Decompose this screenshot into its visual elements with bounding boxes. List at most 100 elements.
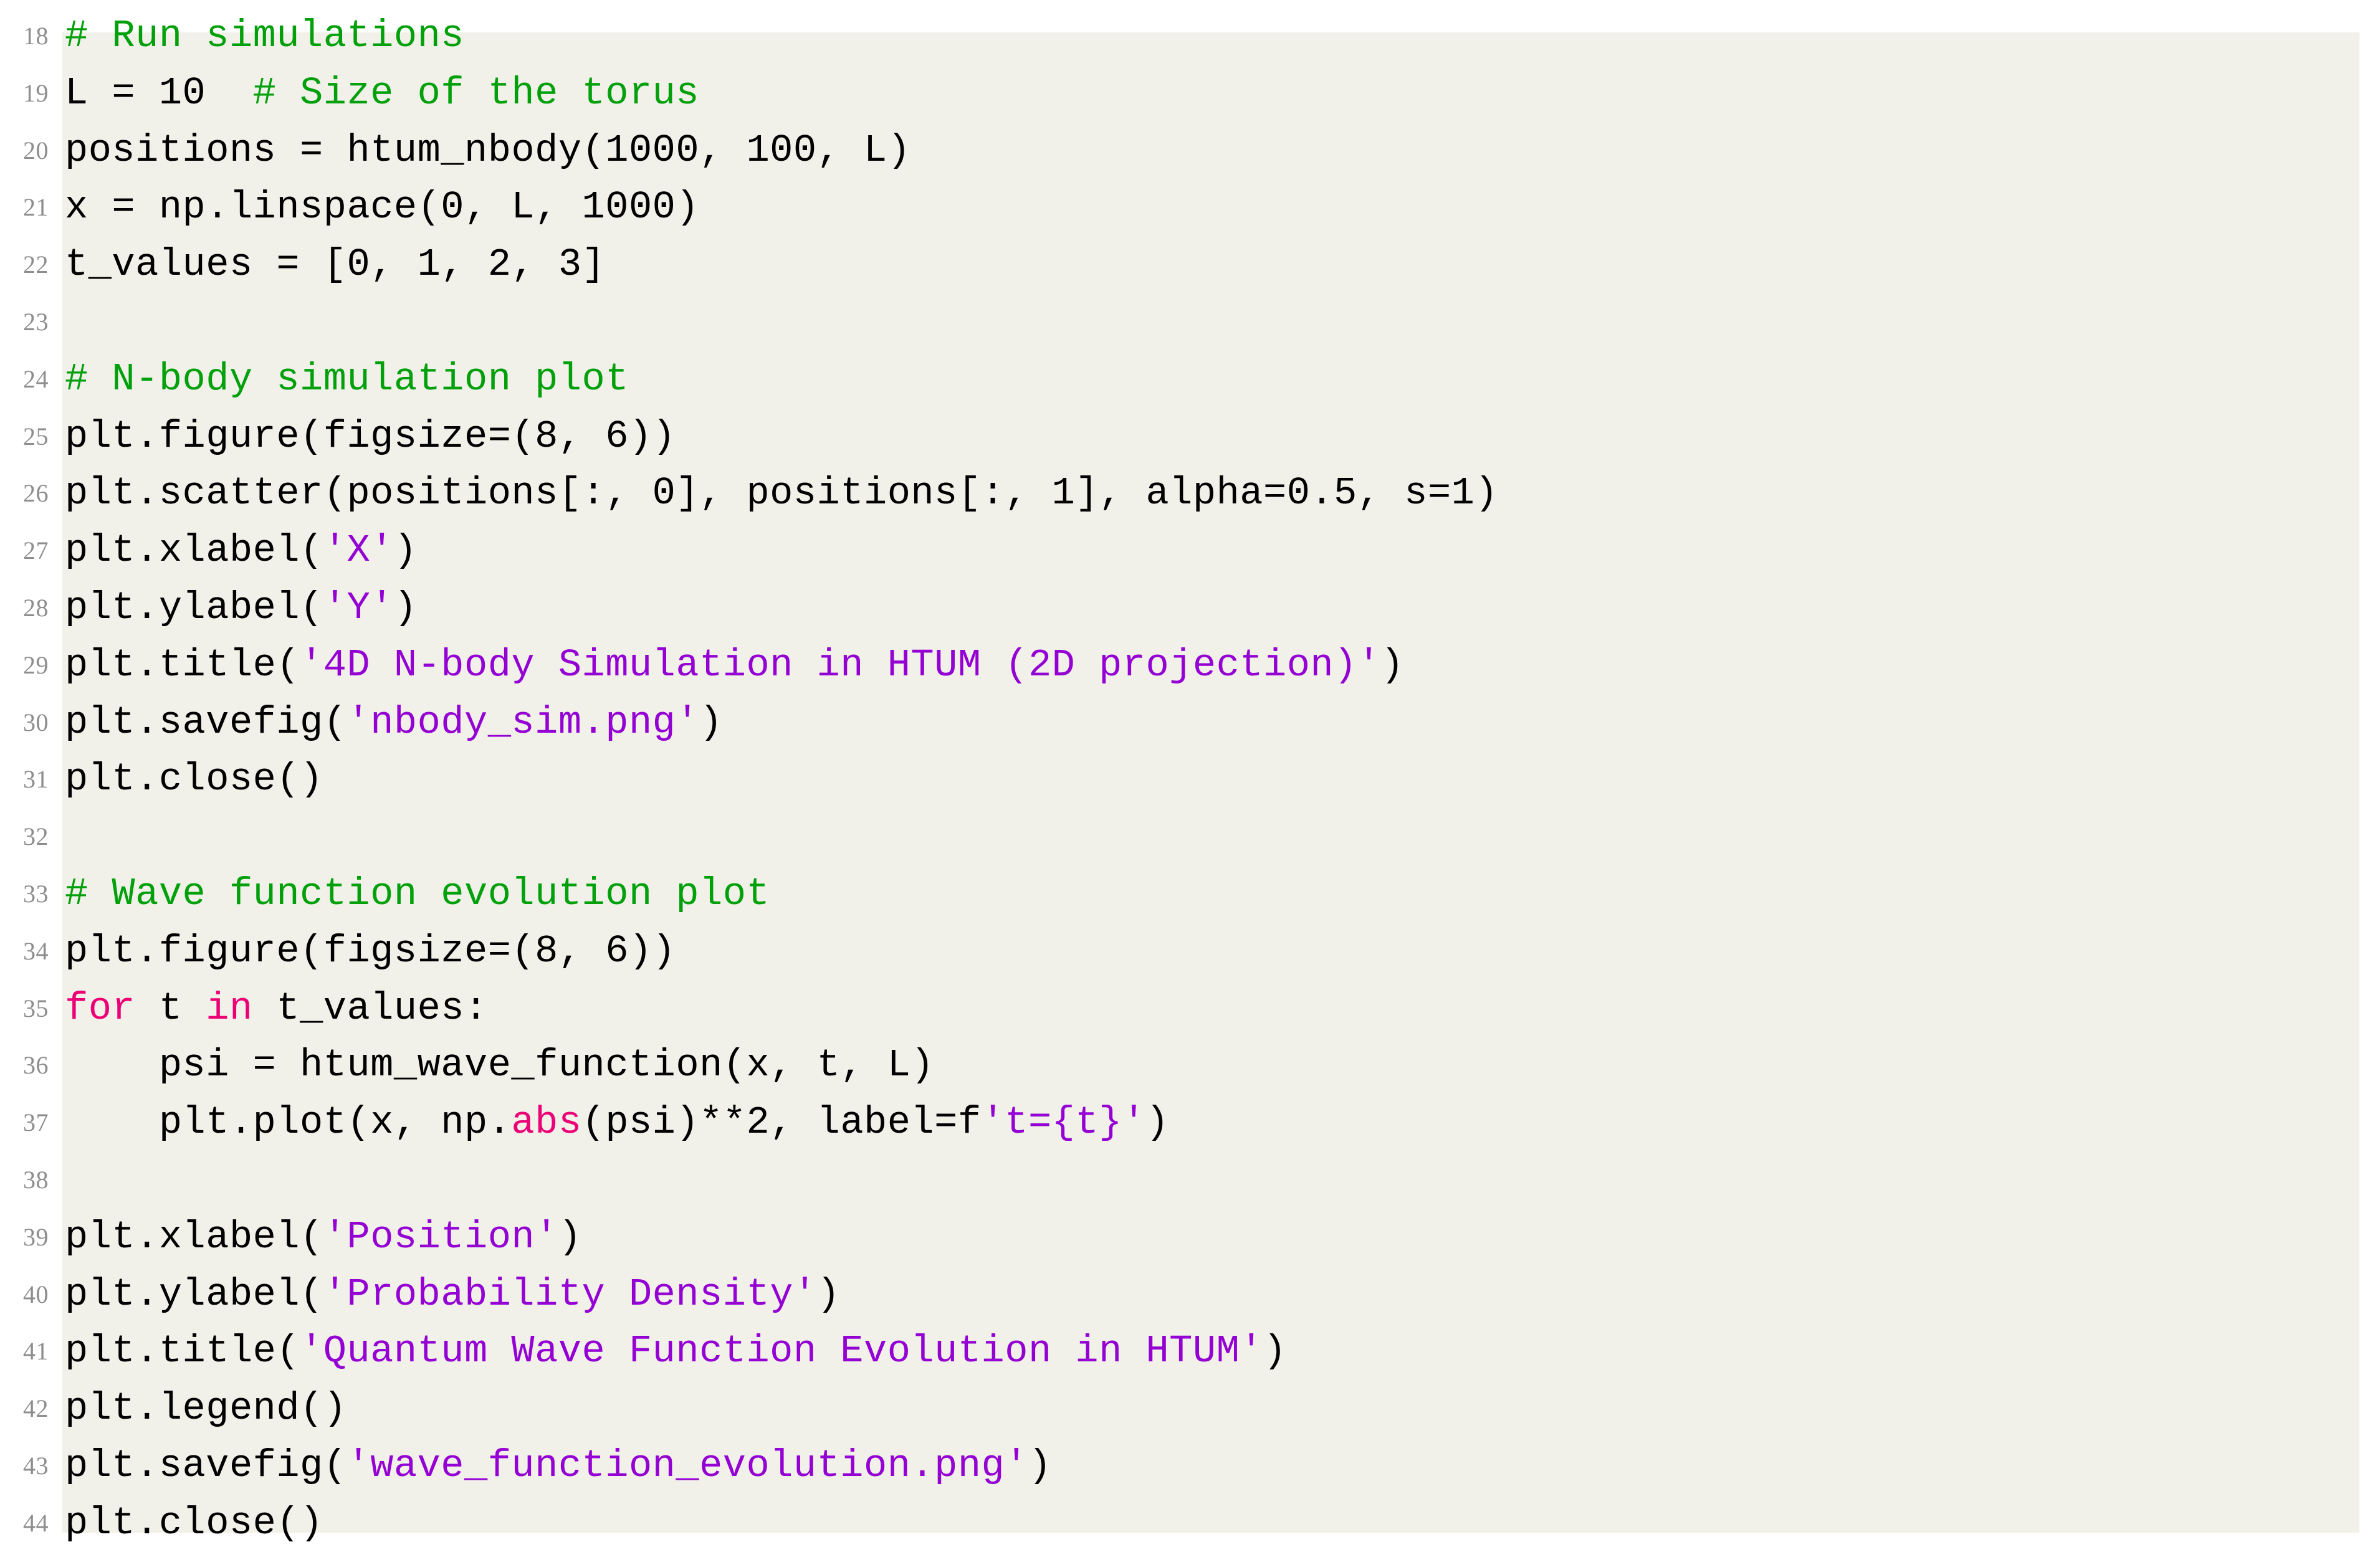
code-token-plain: x = np.linspace(0, L, 1000) <box>65 185 700 230</box>
line-code: L = 10 # Size of the torus <box>65 65 699 122</box>
code-token-plain: plt.savefig( <box>65 700 347 745</box>
line-number: 28 <box>23 593 49 622</box>
code-line: 24 # N-body simulation plot <box>0 351 2380 408</box>
line-number: 40 <box>23 1280 49 1308</box>
line-number: 43 <box>23 1451 49 1480</box>
code-token-plain: positions = htum_nbody(1000, 100, L) <box>65 128 911 173</box>
code-line: 39 plt.xlabel('Position') <box>0 1209 2380 1266</box>
code-token-plain: ) <box>558 1214 582 1259</box>
code-token-plain: ) <box>1145 1100 1170 1145</box>
line-code: plt.savefig('wave_function_evolution.png… <box>65 1437 1052 1495</box>
code-token-string: 't={t}' <box>981 1100 1146 1145</box>
code-token-plain: plt.legend() <box>65 1386 347 1431</box>
line-number: 20 <box>23 136 49 164</box>
line-code: t_values = [0, 1, 2, 3] <box>65 236 605 293</box>
code-token-plain: ) <box>1028 1443 1052 1488</box>
code-line: 30 plt.savefig('nbody_sim.png') <box>0 694 2380 751</box>
code-line: 36 psi = htum_wave_function(x, t, L) <box>0 1037 2380 1094</box>
line-number: 41 <box>23 1337 49 1366</box>
code-line: 42 plt.legend() <box>0 1380 2380 1437</box>
line-code: plt.savefig('nbody_sim.png') <box>65 694 723 751</box>
code-line: 32 <box>0 808 2380 865</box>
code-line: 34 plt.figure(figsize=(8, 6)) <box>0 923 2380 980</box>
line-number: 26 <box>23 479 49 508</box>
code-token-plain: plt.plot(x, np. <box>65 1100 512 1145</box>
code-listing: 18 # Run simulations 19 L = 10 # Size of th… <box>0 0 2380 1550</box>
code-token-plain: ) <box>393 528 418 573</box>
code-line: 19 L = 10 # Size of the torus <box>0 65 2380 122</box>
code-token-string: 'Probability Density' <box>323 1272 817 1316</box>
code-line: 40 plt.ylabel('Probability Density') <box>0 1266 2380 1323</box>
line-number: 22 <box>23 250 49 279</box>
code-token-keyword: for <box>65 986 136 1031</box>
code-token-plain: ) <box>393 585 418 630</box>
code-token-string: 'Y' <box>323 585 394 630</box>
code-token-plain: plt.xlabel( <box>65 1214 323 1259</box>
line-number: 39 <box>23 1222 49 1251</box>
code-token-plain: plt.savefig( <box>65 1443 347 1488</box>
code-lines-container: 18 # Run simulations 19 L = 10 # Size of th… <box>0 0 2380 1552</box>
code-token-keyword: in <box>206 986 253 1031</box>
line-number: 23 <box>23 307 49 336</box>
code-token-plain: plt.xlabel( <box>65 528 323 573</box>
code-line: 21 x = np.linspace(0, L, 1000) <box>0 179 2380 236</box>
code-line: 41 plt.title('Quantum Wave Function Evolu… <box>0 1323 2380 1380</box>
line-code: plt.figure(figsize=(8, 6)) <box>65 408 676 465</box>
line-number: 21 <box>23 193 49 222</box>
line-code: plt.scatter(positions[:, 0], positions[:… <box>65 465 1498 522</box>
code-line: 43 plt.savefig('wave_function_evolution.p… <box>0 1437 2380 1495</box>
line-number: 34 <box>23 936 49 965</box>
line-code: # Wave function evolution plot <box>65 865 770 923</box>
line-code: plt.ylabel('Y') <box>65 579 418 637</box>
line-number: 42 <box>23 1394 49 1423</box>
code-token-string: '4D N-body Simulation in HTUM (2D projec… <box>300 642 1381 687</box>
line-number: 24 <box>23 364 49 393</box>
code-token-plain: plt.title( <box>65 1329 300 1374</box>
line-number: 25 <box>23 422 49 450</box>
code-token-plain: ) <box>699 700 723 745</box>
code-token-plain: plt.close() <box>65 757 323 802</box>
line-code: x = np.linspace(0, L, 1000) <box>65 179 699 236</box>
code-line: 20 positions = htum_nbody(1000, 100, L) <box>0 122 2380 179</box>
line-number: 37 <box>23 1108 49 1137</box>
code-line: 44 plt.close() <box>0 1495 2380 1552</box>
code-token-plain: t <box>135 986 206 1031</box>
line-code: # Run simulations <box>65 7 464 65</box>
line-code: plt.figure(figsize=(8, 6)) <box>65 923 676 980</box>
code-token-string: 'nbody_sim.png' <box>346 700 700 745</box>
code-token-plain: plt.scatter(positions[:, 0], positions[:… <box>65 471 1499 516</box>
code-line: 33 # Wave function evolution plot <box>0 865 2380 923</box>
line-code: plt.plot(x, np.abs(psi)**2, label=f't={t… <box>65 1094 1169 1151</box>
code-token-plain: plt.ylabel( <box>65 585 323 630</box>
line-code: for t in t_values: <box>65 980 488 1037</box>
code-line: 35 for t in t_values: <box>0 980 2380 1037</box>
code-line: 28 plt.ylabel('Y') <box>0 579 2380 637</box>
line-number: 29 <box>23 650 49 679</box>
code-token-plain: plt.close() <box>65 1500 323 1545</box>
line-number: 30 <box>23 708 49 736</box>
line-code: positions = htum_nbody(1000, 100, L) <box>65 122 910 179</box>
line-code: plt.title('4D N-body Simulation in HTUM … <box>65 637 1404 694</box>
code-token-plain: L = 10 <box>65 70 253 115</box>
line-number: 36 <box>23 1051 49 1080</box>
code-token-plain: plt.ylabel( <box>65 1272 323 1316</box>
line-code: plt.xlabel('Position') <box>65 1209 582 1266</box>
line-number: 31 <box>23 765 49 794</box>
code-line: 37 plt.plot(x, np.abs(psi)**2, label=f't… <box>0 1094 2380 1151</box>
code-token-plain: psi = htum_wave_function(x, t, L) <box>65 1043 935 1088</box>
code-token-keyword: abs <box>511 1100 582 1145</box>
code-token-comment: # Size of the torus <box>252 70 700 115</box>
line-code: psi = htum_wave_function(x, t, L) <box>65 1037 934 1094</box>
line-code: plt.close() <box>65 751 323 808</box>
line-code: plt.title('Quantum Wave Function Evoluti… <box>65 1323 1287 1380</box>
code-token-string: 'Quantum Wave Function Evolution in HTUM… <box>300 1329 1264 1374</box>
code-line: 27 plt.xlabel('X') <box>0 522 2380 579</box>
line-number: 19 <box>23 79 49 107</box>
code-token-string: 'wave_function_evolution.png' <box>346 1443 1028 1488</box>
code-line: 23 <box>0 293 2380 351</box>
code-token-string: 'X' <box>323 528 394 573</box>
code-line: 25 plt.figure(figsize=(8, 6)) <box>0 408 2380 465</box>
line-number: 27 <box>23 536 49 565</box>
line-code: plt.ylabel('Probability Density') <box>65 1266 840 1323</box>
line-code: plt.legend() <box>65 1380 346 1437</box>
